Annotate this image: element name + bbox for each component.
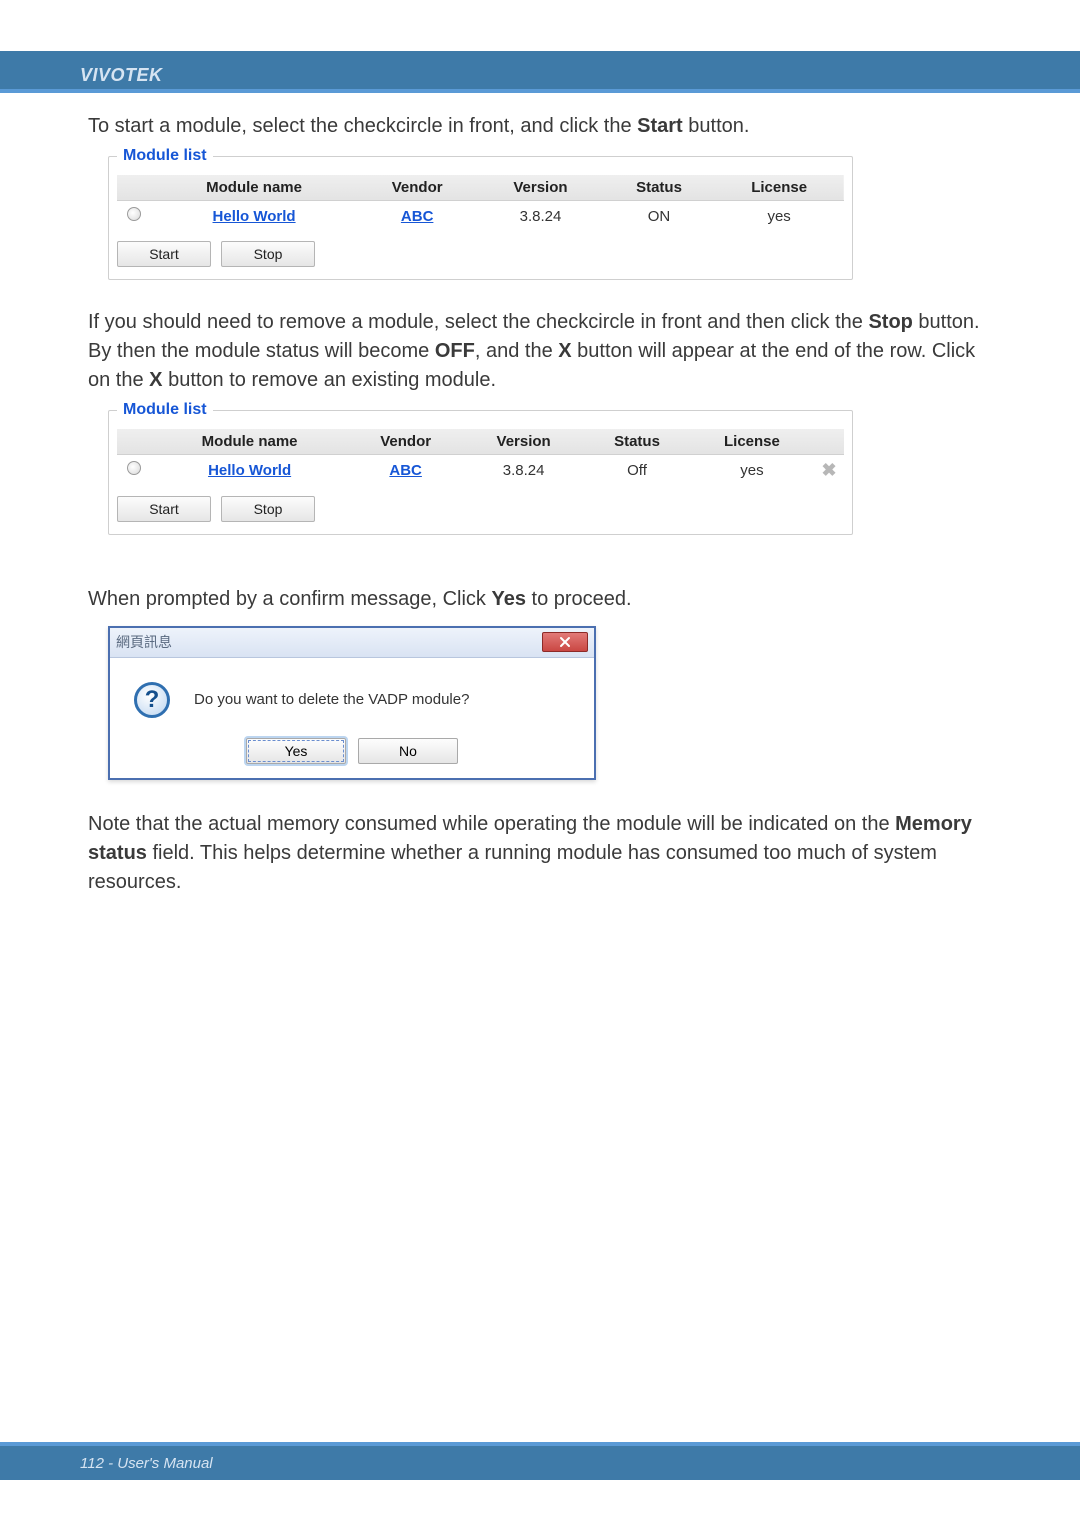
page-content: To start a module, select the checkcircl… (88, 112, 992, 901)
start-button[interactable]: Start (117, 241, 211, 267)
stop-button[interactable]: Stop (221, 241, 315, 267)
dialog-body: ? Do you want to delete the VADP module? (110, 658, 594, 724)
col-vendor: Vendor (357, 175, 477, 201)
module-list-1: Module list Module name Vendor Version S… (108, 147, 853, 280)
col-status: Status (604, 175, 715, 201)
page-header: VIVOTEK (0, 51, 1080, 93)
col-license: License (690, 429, 814, 455)
text: button. (683, 115, 750, 137)
select-radio[interactable] (127, 207, 141, 221)
table-header-row: Module name Vendor Version Status Licens… (117, 429, 844, 455)
dialog-titlebar: 網頁訊息 (110, 628, 594, 658)
col-version: Version (463, 429, 584, 455)
col-vendor: Vendor (348, 429, 463, 455)
text: If you should need to remove a module, s… (88, 311, 868, 333)
module-table: Module name Vendor Version Status Licens… (117, 429, 844, 486)
question-icon: ? (134, 682, 170, 718)
paragraph-2: If you should need to remove a module, s… (88, 308, 992, 395)
vendor-link[interactable]: ABC (401, 208, 434, 225)
dialog-actions: Yes No (110, 724, 594, 778)
page-footer: 112 - User's Manual (0, 1442, 1080, 1480)
button-row: Start Stop (117, 496, 844, 522)
no-button[interactable]: No (358, 738, 458, 764)
dialog-title-text: 網頁訊息 (116, 632, 172, 652)
table-row: Hello World ABC 3.8.24 Off yes ✖ (117, 455, 844, 486)
cell-version: 3.8.24 (477, 201, 604, 232)
confirm-dialog: 網頁訊息 ? Do you want to delete the VADP mo… (108, 626, 596, 780)
dialog-message: Do you want to delete the VADP module? (194, 691, 469, 708)
col-name: Module name (151, 175, 357, 201)
col-status: Status (584, 429, 690, 455)
footer-text: 112 - User's Manual (80, 1455, 213, 1472)
text-bold: Yes (492, 588, 526, 610)
text-bold: OFF (435, 340, 475, 362)
vendor-link[interactable]: ABC (389, 462, 422, 479)
remove-icon[interactable]: ✖ (820, 461, 838, 479)
cell-status: Off (584, 455, 690, 486)
close-icon[interactable] (542, 632, 588, 652)
button-row: Start Stop (117, 241, 844, 267)
fieldset-legend: Module list (117, 147, 213, 165)
text-bold: Start (637, 115, 683, 137)
stop-button[interactable]: Stop (221, 496, 315, 522)
module-table: Module name Vendor Version Status Licens… (117, 175, 844, 231)
brand-label: VIVOTEK (80, 65, 163, 86)
col-name: Module name (151, 429, 348, 455)
start-button[interactable]: Start (117, 496, 211, 522)
select-radio[interactable] (127, 461, 141, 475)
cell-version: 3.8.24 (463, 455, 584, 486)
text: , and the (475, 340, 558, 362)
text-bold: X (558, 340, 571, 362)
text-bold: Stop (868, 311, 912, 333)
yes-button[interactable]: Yes (246, 738, 346, 764)
col-license: License (714, 175, 844, 201)
cell-license: yes (714, 201, 844, 232)
text: to proceed. (526, 588, 632, 610)
qmark: ? (145, 686, 160, 714)
text: button to remove an existing module. (163, 369, 497, 391)
text: field. This helps determine whether a ru… (88, 842, 937, 893)
cell-status: ON (604, 201, 715, 232)
fieldset-legend: Module list (117, 401, 213, 419)
col-version: Version (477, 175, 604, 201)
paragraph-3: When prompted by a confirm message, Clic… (88, 585, 992, 614)
text: When prompted by a confirm message, Clic… (88, 588, 492, 610)
text: To start a module, select the checkcircl… (88, 115, 637, 137)
module-list-2: Module list Module name Vendor Version S… (108, 401, 853, 535)
col-remove (814, 429, 844, 455)
paragraph-4: Note that the actual memory consumed whi… (88, 810, 992, 897)
module-name-link[interactable]: Hello World (213, 208, 296, 225)
col-select (117, 175, 151, 201)
table-row: Hello World ABC 3.8.24 ON yes (117, 201, 844, 232)
intro-paragraph-1: To start a module, select the checkcircl… (88, 112, 992, 141)
cell-license: yes (690, 455, 814, 486)
module-name-link[interactable]: Hello World (208, 462, 291, 479)
text-bold: X (149, 369, 162, 391)
table-header-row: Module name Vendor Version Status Licens… (117, 175, 844, 201)
text: Note that the actual memory consumed whi… (88, 813, 895, 835)
col-select (117, 429, 151, 455)
